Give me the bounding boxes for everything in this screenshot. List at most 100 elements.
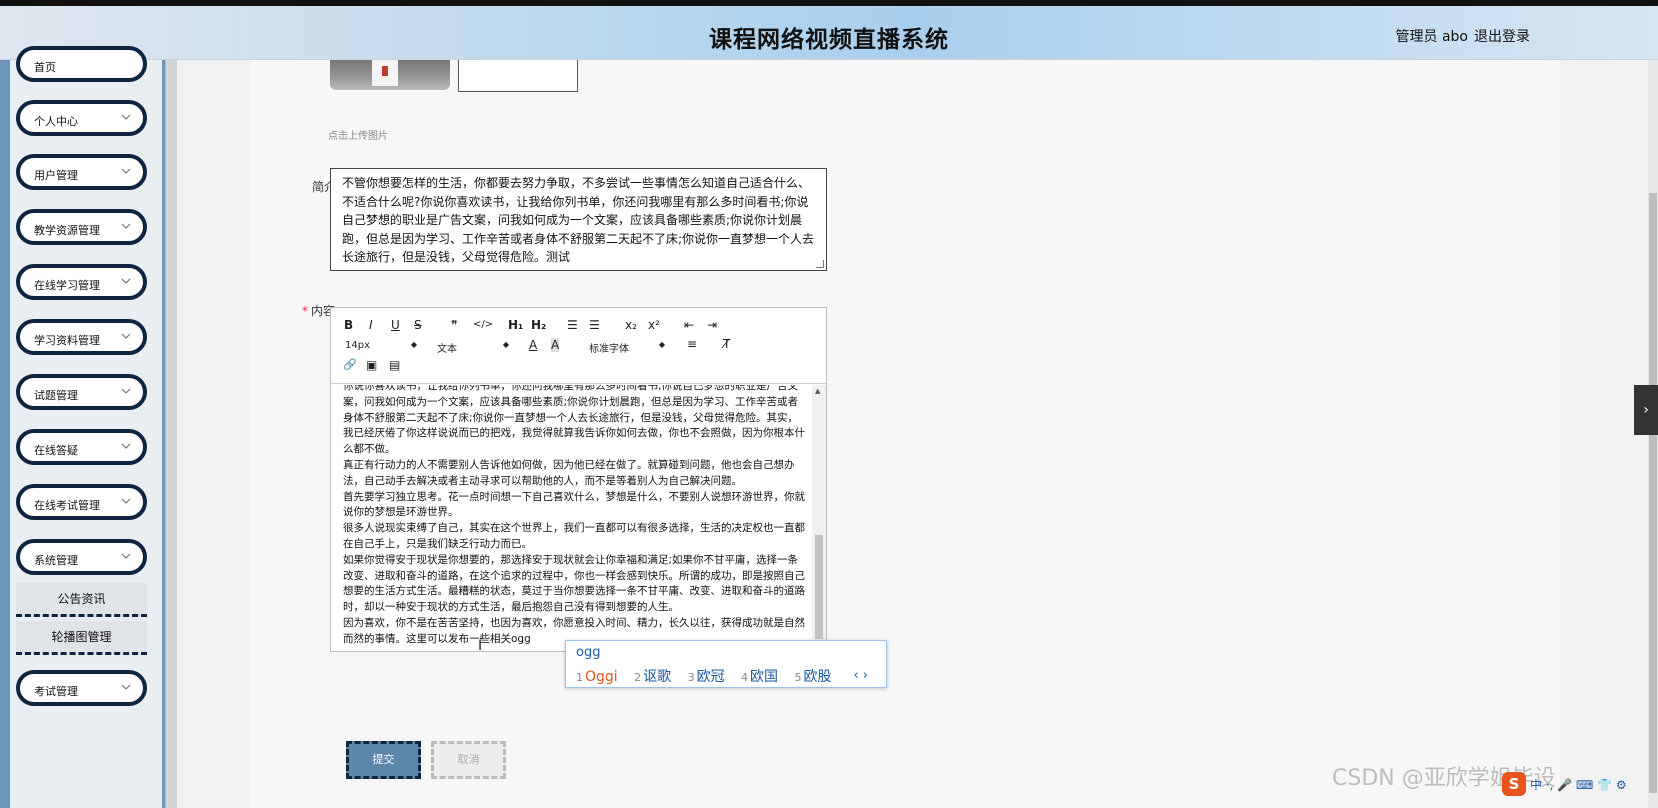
candidate-number: 3 <box>687 671 695 684</box>
blockquote-icon[interactable]: ❞ <box>451 318 457 332</box>
sidebar-item-label: 个人中心 <box>34 115 78 128</box>
editor-scrollbar[interactable]: ▲ <box>812 385 826 651</box>
sidebar-item-home[interactable]: 首页 <box>16 46 147 82</box>
book-image <box>372 60 398 86</box>
subscript-icon[interactable]: x₂ <box>625 318 637 332</box>
ime-candidate[interactable]: 欧冠 <box>697 669 725 685</box>
chevron-down-icon <box>121 498 131 504</box>
sogou-logo-icon[interactable]: S <box>1502 772 1526 796</box>
scroll-up-icon[interactable]: ▲ <box>815 387 820 395</box>
chevron-down-icon <box>121 278 131 284</box>
ime-candidates: 1 Oggi 2 讴歌 3 欧冠 4 欧国 5 欧股 <box>576 666 844 686</box>
ime-candidate[interactable]: 欧国 <box>750 669 778 685</box>
clear-format-icon[interactable]: T̸ <box>723 337 730 351</box>
required-mark: * <box>302 304 308 318</box>
ime-candidate[interactable]: Oggi <box>585 669 618 685</box>
sidebar-item-online-learning[interactable]: 在线学习管理 <box>16 264 147 300</box>
candidate-number: 2 <box>634 671 642 684</box>
sidebar-item-teaching-resources[interactable]: 教学资源管理 <box>16 209 147 245</box>
resize-handle[interactable] <box>816 260 824 268</box>
outdent-icon[interactable]: ⇤ <box>684 318 694 332</box>
superscript-icon[interactable]: x² <box>648 318 660 332</box>
sidebar-subitem-carousel[interactable]: 轮播图管理 <box>16 621 147 655</box>
sidebar-item-study-materials[interactable]: 学习资料管理 <box>16 319 147 355</box>
chevron-down-icon <box>121 168 131 174</box>
chevron-down-icon <box>121 684 131 690</box>
text-type-select[interactable]: 文本 ◆ <box>437 340 509 355</box>
sidebar-item-user-management[interactable]: 用户管理 <box>16 154 147 190</box>
sidebar-item-label: 试题管理 <box>34 389 78 402</box>
strikethrough-icon[interactable]: S <box>414 318 422 332</box>
editor-scrollbar-thumb[interactable] <box>815 535 823 639</box>
cancel-button[interactable]: 取消 <box>431 741 506 779</box>
chevron-down-icon <box>121 553 131 559</box>
select-arrow-icon: ◆ <box>502 340 509 349</box>
ime-candidate[interactable]: 讴歌 <box>643 669 671 685</box>
sidebar-rail <box>165 60 177 808</box>
submit-button[interactable]: 提交 <box>346 741 421 779</box>
side-expand-tab[interactable]: › <box>1634 385 1658 435</box>
intro-textarea[interactable]: 不管你想要怎样的生活，你都要去努力争取，不多尝试一些事情怎么知道自己适合什么、不… <box>330 168 827 271</box>
chevron-down-icon <box>121 223 131 229</box>
sidebar-item-personal-center[interactable]: 个人中心 <box>16 100 147 136</box>
editor-content-area[interactable]: 你说你喜欢读书，让我给你列书单，你还问我哪里有那么多时间看书;你说自己梦想的职业… <box>331 385 826 651</box>
link-icon[interactable]: 🔗 <box>343 358 357 371</box>
bold-icon[interactable]: B <box>344 318 353 332</box>
heading2-icon[interactable]: H₂ <box>531 318 546 332</box>
background-color-icon[interactable]: A <box>551 338 560 352</box>
editor-toolbar: B I U S ❞ </> H₁ H₂ ☰ ☰ x₂ x² ⇤ ⇥ 14px ◆… <box>331 308 826 384</box>
align-icon[interactable]: ≡ <box>687 337 697 351</box>
chevron-down-icon <box>121 333 131 339</box>
upload-image-button[interactable] <box>458 60 578 92</box>
ime-input-text: ogg <box>576 645 601 660</box>
sidebar-item-label: 系统管理 <box>34 554 78 567</box>
italic-icon[interactable]: I <box>369 318 373 332</box>
logout-link[interactable]: 退出登录 <box>1474 26 1530 46</box>
chevron-down-icon <box>121 114 131 120</box>
ime-toolbar: S 中 ·, 🎤 ⌨ 👕 ⚙ <box>1502 770 1658 800</box>
app-header: 课程网络视频直播系统 管理员 abo 退出登录 <box>0 6 1658 60</box>
font-family-value: 标准字体 <box>589 344 629 355</box>
font-size-select[interactable]: 14px ◆ <box>345 340 417 354</box>
sidebar-item-label: 在线答疑 <box>34 444 78 457</box>
ime-candidate[interactable]: 欧股 <box>804 669 832 685</box>
candidate-number: 4 <box>741 671 749 684</box>
image-icon[interactable]: ▣ <box>366 358 377 372</box>
bullet-list-icon[interactable]: ☰ <box>589 318 600 332</box>
font-family-select[interactable]: 标准字体 ◆ <box>589 340 665 355</box>
ime-page-nav[interactable]: ‹ › <box>853 668 868 683</box>
heading1-icon[interactable]: H₁ <box>508 318 523 332</box>
sidebar-subitem-announcements[interactable]: 公告资讯 <box>16 583 147 617</box>
code-block-icon[interactable]: </> <box>473 319 493 330</box>
chevron-down-icon <box>121 388 131 394</box>
ime-candidate-window: ogg 1 Oggi 2 讴歌 3 欧冠 4 欧国 5 欧股 ‹ › <box>565 640 887 688</box>
sidebar-item-online-exam[interactable]: 在线考试管理 <box>16 484 147 520</box>
sidebar-item-online-qa[interactable]: 在线答疑 <box>16 429 147 465</box>
chevron-down-icon <box>121 443 131 449</box>
editor-content-text: 你说你喜欢读书，让我给你列书单，你还问我哪里有那么多时间看书;你说自己梦想的职业… <box>343 385 805 645</box>
ime-toolbar-icons[interactable]: 中 ·, 🎤 ⌨ 👕 ⚙ <box>1530 776 1627 793</box>
page-scrollbar-thumb[interactable] <box>1649 193 1657 793</box>
sidebar-item-label: 首页 <box>34 61 56 74</box>
candidate-number: 1 <box>576 671 583 684</box>
upload-hint: 点击上传图片 <box>328 131 388 142</box>
candidate-number: 5 <box>794 671 802 684</box>
underline-icon[interactable]: U <box>391 318 400 332</box>
select-arrow-icon: ◆ <box>410 340 417 349</box>
sidebar-item-question-management[interactable]: 试题管理 <box>16 374 147 410</box>
video-icon[interactable]: ▤ <box>389 358 400 372</box>
sidebar-item-label: 在线学习管理 <box>34 279 100 292</box>
uploaded-image-thumbnail[interactable] <box>330 60 450 90</box>
sidebar-item-exam-management[interactable]: 考试管理 <box>16 670 147 706</box>
select-arrow-icon: ◆ <box>658 340 665 349</box>
ordered-list-icon[interactable]: ☰ <box>567 318 578 332</box>
intro-text: 不管你想要怎样的生活，你都要去努力争取，不多尝试一些事情怎么知道自己适合什么、不… <box>342 176 815 264</box>
indent-icon[interactable]: ⇥ <box>707 318 717 332</box>
font-color-icon[interactable]: A <box>529 338 537 352</box>
text-type-value: 文本 <box>437 344 457 355</box>
sidebar-item-label: 考试管理 <box>34 685 78 698</box>
rich-text-editor: B I U S ❞ </> H₁ H₂ ☰ ☰ x₂ x² ⇤ ⇥ 14px ◆… <box>330 307 827 652</box>
sidebar-item-label: 学习资料管理 <box>34 334 100 347</box>
sidebar-item-label: 在线考试管理 <box>34 499 100 512</box>
sidebar-item-system-management[interactable]: 系统管理 <box>16 539 147 575</box>
